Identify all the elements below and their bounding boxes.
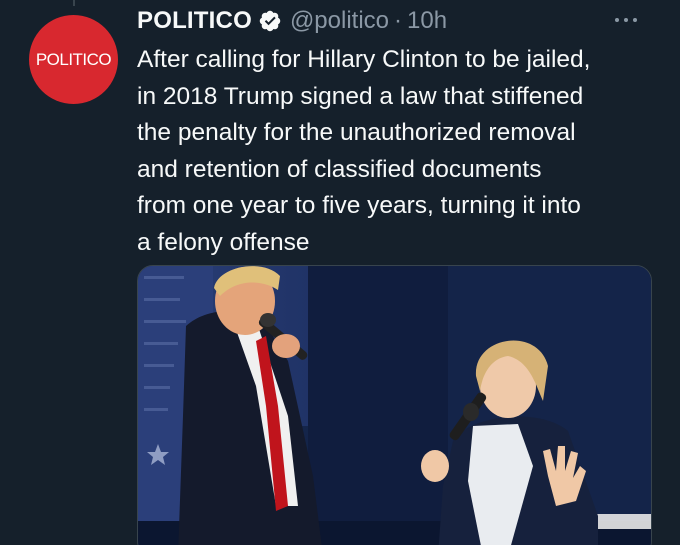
verified-badge-icon <box>259 10 281 32</box>
tweet-media-photo[interactable] <box>137 265 652 545</box>
timestamp[interactable]: 10h <box>407 7 447 35</box>
separator-dot: · <box>394 7 403 34</box>
display-name[interactable]: POLITICO <box>137 7 252 35</box>
tweet-header: POLITICO @politico · 10h <box>137 4 447 38</box>
thread-connector-line <box>73 0 75 6</box>
debate-photo <box>138 266 651 545</box>
avatar-logo-text: POLITICO <box>35 49 112 69</box>
tweet[interactable]: POLITICO POLITICO @politico · 10h After … <box>0 0 680 545</box>
avatar[interactable]: POLITICO <box>29 15 118 104</box>
tweet-text: After calling for Hillary Clinton to be … <box>137 46 591 256</box>
handle[interactable]: @politico <box>290 7 389 35</box>
more-options-icon[interactable] <box>612 10 640 30</box>
